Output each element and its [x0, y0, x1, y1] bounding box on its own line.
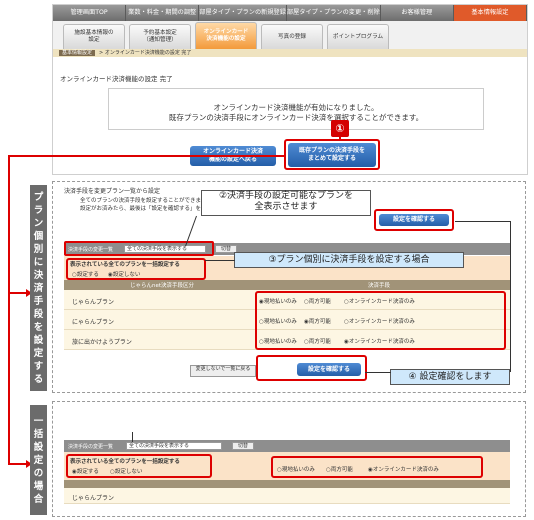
side-char: 場	[33, 480, 44, 492]
highlight-box	[66, 454, 212, 478]
side-label-per-plan: プ ラ ン 個 別 に 決 済 手 段 を 設 定 す る	[30, 185, 47, 391]
callout-4: ④ 設定確認をします	[390, 369, 510, 385]
plan-name: じゃらんプラン	[72, 299, 115, 306]
side-char: 一	[33, 415, 44, 427]
side-char: 括	[33, 428, 44, 440]
side-char: ラ	[33, 204, 44, 216]
side-char: プ	[33, 191, 44, 203]
side-char: 定	[33, 454, 44, 466]
badge-connector	[339, 137, 341, 140]
callout-pointer	[510, 221, 511, 372]
breadcrumb-current: オンラインカード決済機能の設定 完了	[104, 50, 192, 56]
tab-points[interactable]: ポイントプログラム	[327, 24, 389, 49]
side-char: に	[33, 256, 44, 268]
side-char: を	[33, 321, 44, 333]
message-line: オンラインカード決済機能が有効になりました。	[213, 103, 379, 112]
side-char: 決	[33, 269, 44, 281]
highlight-box	[271, 456, 483, 478]
side-char: ン	[33, 217, 44, 229]
tab-reservation-settings[interactable]: 予約基本設定 （通知管理）	[129, 24, 191, 49]
back-without-change-button[interactable]: 変更しないで一覧に戻る	[190, 365, 256, 377]
connector-line	[8, 292, 28, 294]
side-char: 設	[33, 334, 44, 346]
tab-online-card[interactable]: オンラインカード 決済機能の設定	[195, 22, 257, 49]
top-nav-item-active[interactable]: 基本情報設定	[453, 5, 527, 21]
breadcrumb: 基本情報設定 > オンラインカード決済機能の設定 完了	[53, 49, 527, 57]
highlight-box	[64, 241, 214, 256]
breadcrumb-sep: >	[99, 50, 104, 56]
side-label-bulk: 一 括 設 定 の 場 合	[30, 405, 47, 515]
side-char: 段	[33, 308, 44, 320]
side-char: 設	[33, 441, 44, 453]
plan-name: にゃらんプラン	[72, 319, 115, 326]
callout-pointer	[205, 260, 235, 261]
side-char: る	[33, 373, 44, 385]
side-char: 定	[33, 347, 44, 359]
top-nav-item[interactable]: 管理画面TOP	[53, 5, 127, 21]
side-char: 手	[33, 295, 44, 307]
highlight-box	[284, 139, 380, 170]
breadcrumb-home[interactable]: 基本情報設定	[59, 50, 96, 56]
side-char: 個	[33, 230, 44, 242]
highlight-box	[374, 209, 454, 231]
top-nav: 管理画面TOP 業数・料金・期間の調整 部屋タイプ・プランの新規登録 部屋タイプ…	[53, 5, 527, 21]
switch-button[interactable]: 切替	[232, 442, 254, 450]
sub-tabs: 施設基本情報の 設定 予約基本設定 （通知管理） オンラインカード 決済機能の設…	[53, 21, 527, 49]
plan-name: じゃらんプラン	[72, 495, 115, 502]
tab-facility-info[interactable]: 施設基本情報の 設定	[63, 24, 125, 49]
top-nav-item[interactable]: 部屋タイプ・プランの変更・削除	[287, 5, 381, 21]
top-nav-item[interactable]: 部屋タイプ・プランの新規登録	[199, 5, 287, 21]
highlight-box	[256, 355, 367, 381]
message-box: オンラインカード決済機能が有効になりました。 既存プランの決済手段にオンラインカ…	[108, 88, 484, 130]
section-title: 決済手段を変更プラン一覧から設定	[64, 188, 161, 195]
top-nav-item[interactable]: 業数・料金・期間の調整	[126, 5, 200, 21]
table-header-cell: じゃらんnet決済手段区分	[130, 283, 195, 289]
page-title: オンラインカード決済機能の設定 完了	[60, 75, 173, 83]
side-char: す	[33, 360, 44, 372]
message-line: 既存プランの決済手段にオンラインカード決済を選択することができます。	[168, 113, 424, 122]
plan-name: 旅に出かけようプラン	[72, 339, 132, 346]
callout-2: ②決済手段の設定可能なプランを 全表示させます	[201, 190, 371, 216]
filter-label: 決済手段の変更一覧	[68, 444, 114, 450]
side-char: 別	[33, 243, 44, 255]
side-char: 済	[33, 282, 44, 294]
callout-3: ③プラン個別に決済手段を設定する場合	[234, 252, 464, 268]
callout-pointer	[365, 372, 391, 373]
connector-line	[8, 463, 28, 465]
table-row	[64, 488, 510, 504]
connector-line	[8, 155, 10, 465]
table-header-cell: 決済手段	[368, 283, 391, 289]
connector-line	[8, 155, 284, 157]
highlight-box	[255, 291, 506, 350]
side-char: の	[33, 467, 44, 479]
side-char: 合	[33, 493, 44, 505]
filter-select[interactable]: 全ての決済手段を表示する	[126, 442, 222, 450]
table-header	[64, 480, 510, 488]
highlight-box	[66, 258, 206, 280]
pointer-line	[132, 432, 133, 442]
tab-photos[interactable]: 写真の登録	[261, 24, 323, 49]
top-nav-item[interactable]: お客様管理	[381, 5, 454, 21]
step-badge: ①	[331, 120, 349, 137]
callout-pointer	[455, 221, 511, 222]
